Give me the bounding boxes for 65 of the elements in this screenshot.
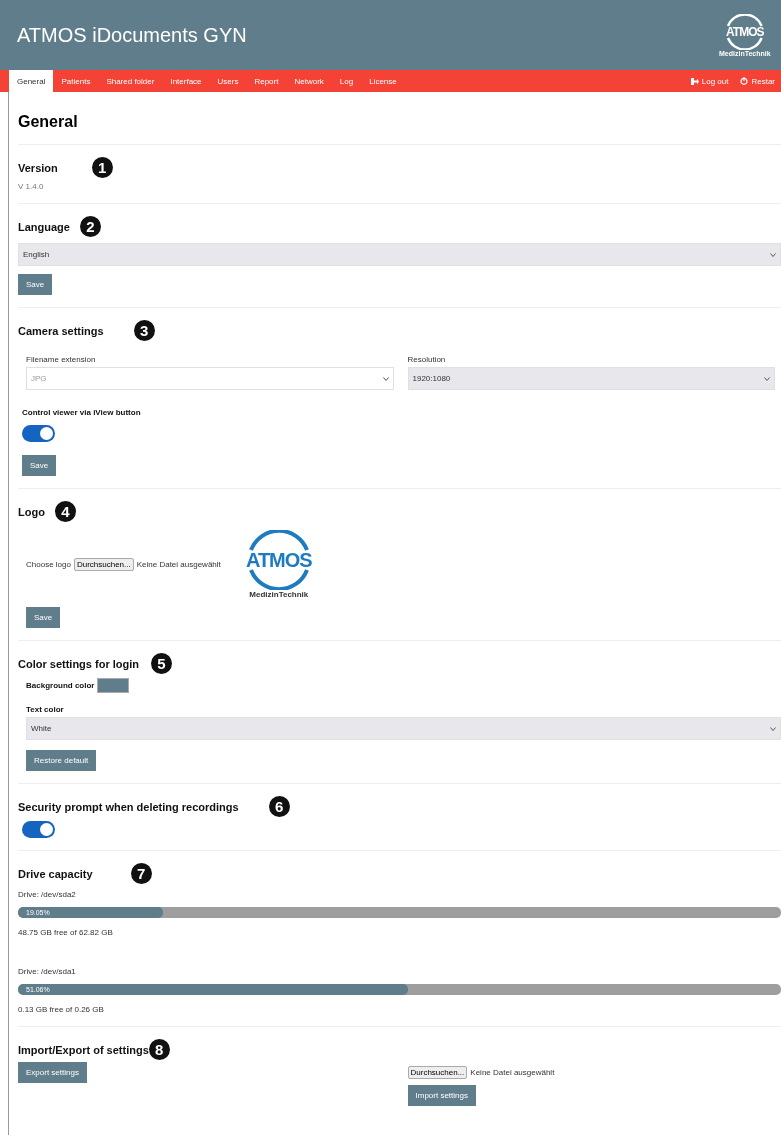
text-color-select[interactable]: White [26,717,781,740]
file-status: Keine Datei ausgewählt [136,560,221,569]
field-label: Filename extension [26,355,97,364]
callout-marker: 1 [91,157,113,178]
callout-marker: 2 [79,216,101,237]
logo-mark: ATMOS [240,530,317,590]
export-button[interactable]: Export settings [18,1062,87,1083]
browse-button[interactable]: Durchsuchen... [407,1066,468,1079]
callout-marker: 6 [268,796,290,817]
color-swatch[interactable] [97,678,130,693]
drive-name: Drive: /dev/sda2 [18,890,77,899]
callout-marker: 3 [133,320,155,341]
save-button[interactable]: Save [22,455,57,476]
logout-icon [690,77,699,85]
drive-name: Drive: /dev/sda1 [18,967,77,976]
nav-tab[interactable]: Network [286,70,332,92]
section-heading: Version [18,161,58,174]
caret-icon [764,376,770,381]
section-heading: Camera settings [18,324,104,337]
field-label: Resolution [407,355,447,364]
restore-default-button[interactable]: Restore default [26,750,97,771]
caret-icon [382,376,389,381]
nav-tab[interactable]: Shared folder [98,70,163,92]
logo-mark: ATMOS [722,13,768,50]
section-heading: Color settings for login [18,657,139,670]
callout-marker: 5 [151,653,172,674]
caret-icon [770,726,776,731]
field-label: Text color [26,705,65,714]
dropdown-field[interactable]: 1920:1080 [407,367,775,390]
nav-tab[interactable]: General [9,70,54,92]
section-heading: Drive capacity [18,867,93,880]
nav-tab[interactable]: License [361,70,405,92]
nav-tab[interactable]: Users [209,70,247,92]
callout-marker: 7 [130,863,152,884]
section-heading: Logo [18,505,45,518]
save-button[interactable]: Save [18,274,53,295]
section-heading: Security prompt when deleting recordings [18,800,239,813]
import-button[interactable]: Import settings [407,1085,476,1106]
logo-label: Choose logo [26,560,71,569]
free-space-text: 48.75 GB free of 62.82 GB [18,928,114,937]
save-button[interactable]: Save [26,607,61,628]
app-title: ATMOS iDocuments GYN [17,23,247,47]
nav-tab[interactable]: Report [246,70,287,92]
nav-tab[interactable]: Interface [162,70,210,92]
language-select[interactable]: English [18,243,781,266]
free-space-text: 0.13 GB free of 0.26 GB [18,1005,105,1014]
nav-action[interactable]: Log out [684,70,735,92]
nav-tab[interactable]: Patients [53,70,99,92]
callout-marker: 8 [148,1039,170,1060]
section-heading: Language [18,220,70,233]
version-text: V 1.4.0 [18,182,45,191]
toggle-switch[interactable] [22,821,55,838]
power-icon [740,77,749,85]
toggle-switch[interactable] [22,425,55,442]
logo-subtitle: MedizinTechnik [249,590,309,599]
field-label: Background color [26,681,95,690]
section-heading: Import/Export of settings [18,1043,149,1056]
nav-action[interactable]: Restar [734,70,781,92]
page-title: General [18,112,79,132]
callout-marker: 4 [54,501,76,522]
browse-button[interactable]: Durchsuchen... [73,558,134,571]
file-status: Keine Datei ausgewählt [470,1068,555,1077]
toggle-label: Control viewer via iView button [22,408,142,417]
nav-tab[interactable]: Log [331,70,362,92]
caret-icon [770,252,776,257]
